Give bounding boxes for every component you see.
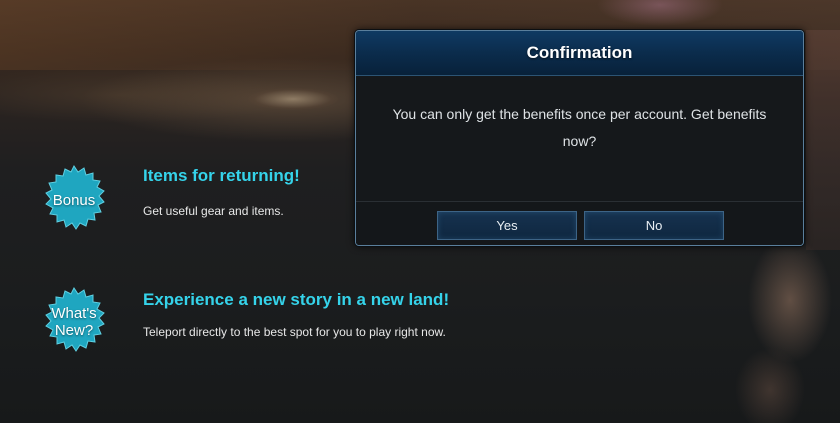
feature-title-new-story: Experience a new story in a new land! [143, 290, 450, 309]
whats-new-badge-icon: What's New? [38, 286, 110, 358]
whats-new-badge-line2: New? [54, 322, 94, 339]
whats-new-badge-line1: What's [51, 305, 97, 322]
bonus-badge-icon: Bonus [38, 164, 110, 236]
yes-button[interactable]: Yes [437, 211, 577, 240]
dialog-message: You can only get the benefits once per a… [392, 106, 767, 149]
whats-new-badge-label: What's New? [51, 305, 96, 339]
confirmation-dialog: Confirmation You can only get the benefi… [355, 30, 804, 246]
background-character [690, 230, 840, 423]
feature-title-returning-items: Items for returning! [143, 166, 300, 185]
dialog-header: Confirmation [356, 31, 803, 76]
feature-description-returning-items: Get useful gear and items. [143, 204, 284, 218]
dialog-footer: Yes No [356, 201, 803, 245]
no-button[interactable]: No [584, 211, 724, 240]
background-character-edge [806, 30, 840, 250]
bonus-badge-label: Bonus [52, 191, 96, 209]
table-emblem-decoration [248, 88, 338, 110]
dialog-title: Confirmation [526, 43, 633, 62]
feature-description-new-story: Teleport directly to the best spot for y… [143, 325, 446, 339]
background-character-top [560, 0, 760, 30]
